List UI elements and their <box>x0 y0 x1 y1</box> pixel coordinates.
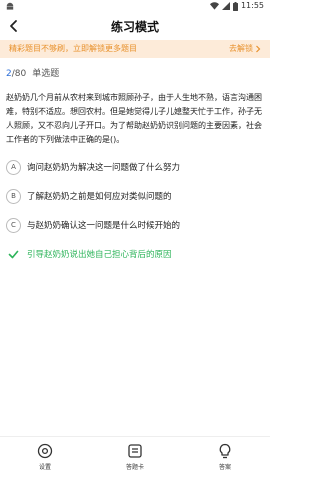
option-b[interactable]: B 了解赵奶奶之前是如何应对类似问题的 <box>6 188 264 204</box>
question-type: 单选题 <box>32 69 60 79</box>
battery-icon <box>232 1 238 11</box>
signal-icon <box>221 2 230 10</box>
option-b-letter: B <box>6 188 21 204</box>
option-a-text: 询问赵奶奶为解决这一问题做了什么努力 <box>27 163 181 173</box>
chevron-right-icon <box>256 45 261 53</box>
title-bar: 练习模式 <box>0 12 270 40</box>
status-bar: 11:55 <box>0 0 270 12</box>
banner-message: 精彩题目不够刷，立即解锁更多题目 <box>9 44 137 53</box>
status-time: 11:55 <box>240 1 264 10</box>
nav-settings-label: 设置 <box>38 464 51 471</box>
unlock-banner[interactable]: 精彩题目不够刷，立即解锁更多题目 去解锁 <box>0 40 270 58</box>
nav-settings[interactable]: 设置 <box>0 437 90 480</box>
option-a-letter: A <box>6 159 21 175</box>
nav-answer-label: 答案 <box>218 464 231 471</box>
option-b-text: 了解赵奶奶之前是如何应对类似问题的 <box>27 192 172 202</box>
nav-answer[interactable]: 答案 <box>180 437 270 480</box>
options-list: A 询问赵奶奶为解决这一问题做了什么努力 B 了解赵奶奶之前是如何应对类似问题的… <box>6 159 264 275</box>
question-text: 赵奶奶几个月前从农村来到城市照顾孙子，由于人生地不熟，语言沟通困难，特别不适应。… <box>6 93 262 144</box>
question-total: /80 <box>11 69 27 79</box>
option-d-text: 引导赵奶奶说出她自己担心背后的原因 <box>27 250 172 260</box>
nav-answer-card[interactable]: 答题卡 <box>90 437 180 480</box>
option-d[interactable]: 引导赵奶奶说出她自己担心背后的原因 <box>6 246 264 262</box>
page-title: 练习模式 <box>110 20 159 34</box>
unlock-link[interactable]: 去解锁 <box>229 43 261 55</box>
nav-answer-card-label: 答题卡 <box>125 464 144 471</box>
question-meta: 2/80 单选题 <box>6 68 59 80</box>
bottom-nav: 设置 答题卡 答案 <box>0 436 270 480</box>
option-c-text: 与赵奶奶确认这一问题是什么时候开始的 <box>27 221 181 231</box>
android-icon <box>6 2 14 10</box>
answer-card-icon <box>128 444 142 458</box>
unlock-label: 去解锁 <box>229 44 253 53</box>
wifi-icon <box>209 2 219 10</box>
option-c[interactable]: C 与赵奶奶确认这一问题是什么时候开始的 <box>6 217 264 233</box>
settings-icon <box>37 443 53 459</box>
check-icon <box>8 250 19 258</box>
option-c-letter: C <box>6 217 21 233</box>
lightbulb-icon <box>219 443 231 459</box>
option-a[interactable]: A 询问赵奶奶为解决这一问题做了什么努力 <box>6 159 264 175</box>
